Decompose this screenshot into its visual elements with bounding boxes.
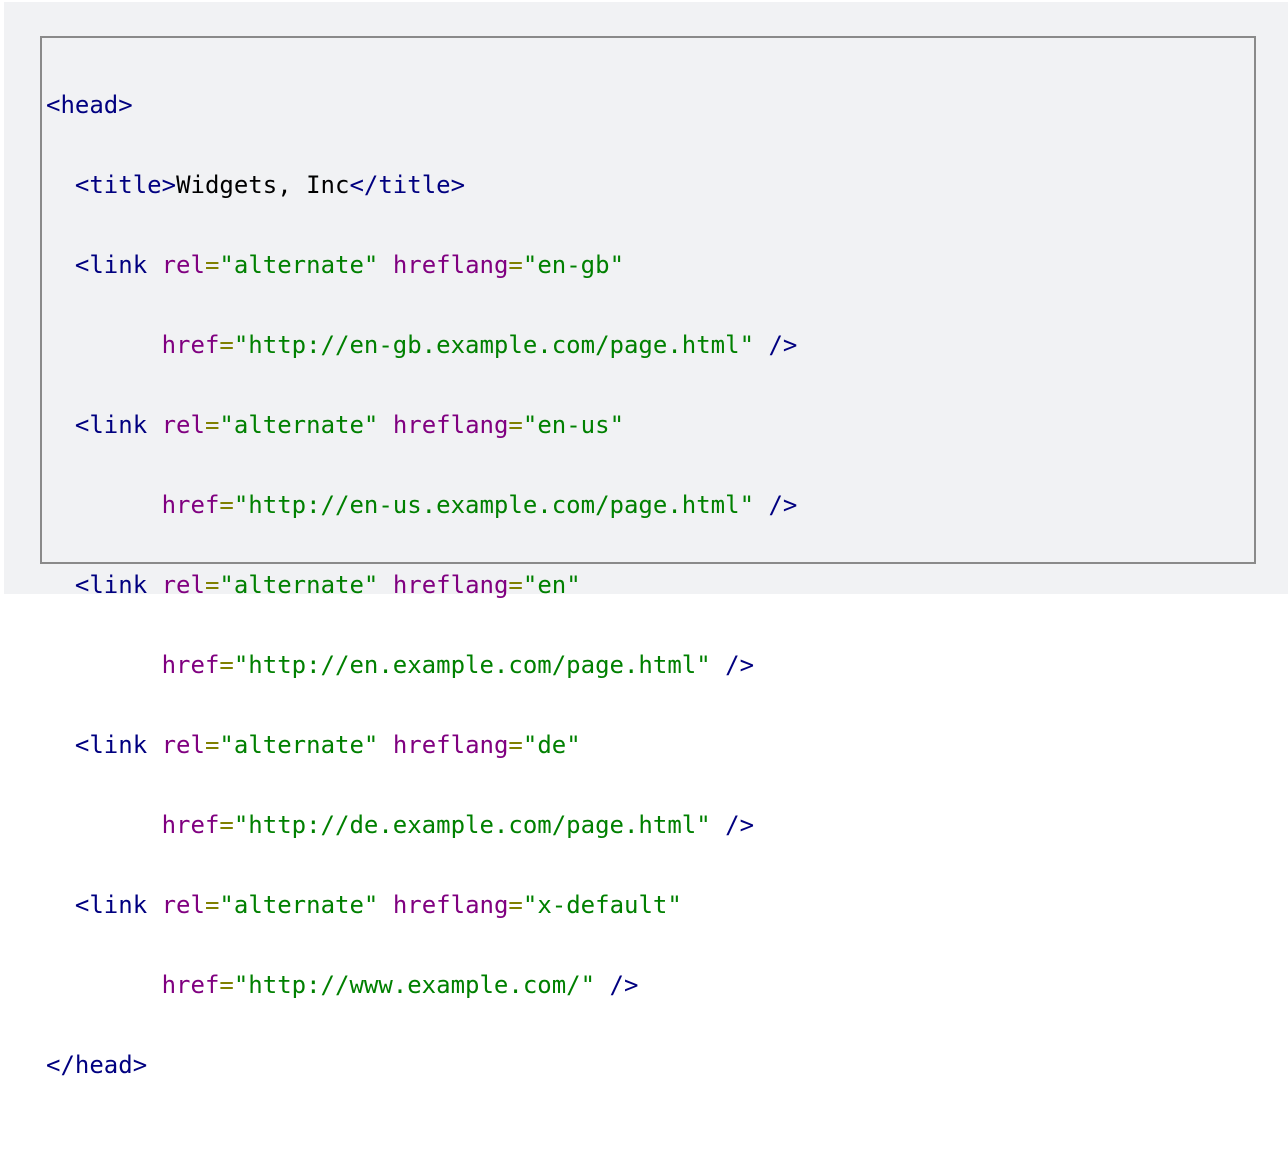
- self-close-tag: />: [725, 651, 755, 679]
- title-close-tag: </title>: [349, 171, 466, 199]
- equals-sign: =: [204, 411, 220, 439]
- equals-sign: =: [508, 731, 523, 759]
- equals-sign: =: [219, 331, 234, 359]
- equals-sign: =: [508, 571, 523, 599]
- hreflang-value: "de": [522, 731, 581, 759]
- hreflang-value: "en-us": [522, 411, 625, 439]
- hreflang-value: "x-default": [522, 891, 682, 919]
- code-line-link-2: <link rel="alternate" hreflang="en-us": [46, 405, 797, 445]
- href-attribute: href: [161, 491, 220, 519]
- href-attribute: href: [161, 971, 220, 999]
- href-attribute: href: [161, 811, 220, 839]
- link-open-tag: <link: [74, 891, 148, 919]
- code-line-href-4: href="http://de.example.com/page.html" /…: [46, 805, 797, 845]
- self-close-tag: />: [609, 971, 639, 999]
- rel-value: "alternate": [219, 731, 379, 759]
- self-close-tag: />: [768, 491, 798, 519]
- code-line-link-3: <link rel="alternate" hreflang="en": [46, 565, 797, 605]
- rel-value: "alternate": [219, 251, 379, 279]
- code-line-link-5: <link rel="alternate" hreflang="x-defaul…: [46, 885, 797, 925]
- title-text: Widgets, Inc: [176, 171, 350, 199]
- code-block: <head> <title>Widgets, Inc</title> <link…: [40, 36, 1256, 1079]
- href-value: "http://en-gb.example.com/page.html": [233, 331, 755, 359]
- rel-value: "alternate": [219, 571, 379, 599]
- rel-attribute: rel: [161, 891, 205, 919]
- self-close-tag: />: [768, 331, 798, 359]
- rel-attribute: rel: [161, 411, 205, 439]
- hreflang-attribute: hreflang: [392, 251, 509, 279]
- code-line-title: <title>Widgets, Inc</title>: [46, 165, 797, 205]
- code-line-href-1: href="http://en-gb.example.com/page.html…: [46, 325, 798, 365]
- href-value: "http://www.example.com/": [233, 971, 596, 999]
- head-close-tag: </head>: [46, 1051, 148, 1079]
- href-attribute: href: [161, 331, 220, 359]
- code-panel: <head> <title>Widgets, Inc</title> <link…: [4, 2, 1288, 1079]
- equals-sign: =: [508, 411, 523, 439]
- equals-sign: =: [204, 571, 220, 599]
- equals-sign: =: [204, 891, 220, 919]
- code-line-href-3: href="http://en.example.com/page.html" /…: [46, 645, 797, 685]
- equals-sign: =: [219, 651, 234, 679]
- code-listing: <head> <title>Widgets, Inc</title> <link…: [46, 45, 797, 1165]
- hreflang-value: "en": [522, 571, 581, 599]
- rel-value: "alternate": [219, 411, 379, 439]
- code-line-head-open: <head>: [46, 85, 797, 125]
- equals-sign: =: [204, 731, 220, 759]
- equals-sign: =: [219, 971, 234, 999]
- equals-sign: =: [204, 251, 220, 279]
- head-open-tag: <head>: [46, 91, 133, 119]
- code-line-href-5: href="http://www.example.com/" />: [46, 965, 797, 1005]
- equals-sign: =: [219, 491, 234, 519]
- hreflang-value: "en-gb": [522, 251, 625, 279]
- link-open-tag: <link: [74, 411, 148, 439]
- href-attribute: href: [161, 651, 220, 679]
- code-line-head-close: </head>: [46, 1045, 797, 1085]
- self-close-tag: />: [725, 811, 755, 839]
- hreflang-attribute: hreflang: [392, 731, 509, 759]
- rel-attribute: rel: [161, 731, 205, 759]
- rel-attribute: rel: [161, 251, 205, 279]
- hreflang-attribute: hreflang: [392, 891, 509, 919]
- link-open-tag: <link: [74, 571, 148, 599]
- link-open-tag: <link: [74, 251, 148, 279]
- rel-attribute: rel: [161, 571, 205, 599]
- hreflang-attribute: hreflang: [392, 411, 509, 439]
- equals-sign: =: [508, 891, 523, 919]
- link-open-tag: <link: [74, 731, 148, 759]
- title-open-tag: <title>: [74, 171, 177, 199]
- rel-value: "alternate": [219, 891, 379, 919]
- href-value: "http://de.example.com/page.html": [233, 811, 711, 839]
- code-line-href-2: href="http://en-us.example.com/page.html…: [46, 485, 798, 525]
- hreflang-attribute: hreflang: [392, 571, 509, 599]
- code-line-link-4: <link rel="alternate" hreflang="de": [46, 725, 797, 765]
- href-value: "http://en-us.example.com/page.html": [233, 491, 755, 519]
- equals-sign: =: [508, 251, 523, 279]
- equals-sign: =: [219, 811, 234, 839]
- href-value: "http://en.example.com/page.html": [233, 651, 711, 679]
- code-line-link-1: <link rel="alternate" hreflang="en-gb": [46, 245, 797, 285]
